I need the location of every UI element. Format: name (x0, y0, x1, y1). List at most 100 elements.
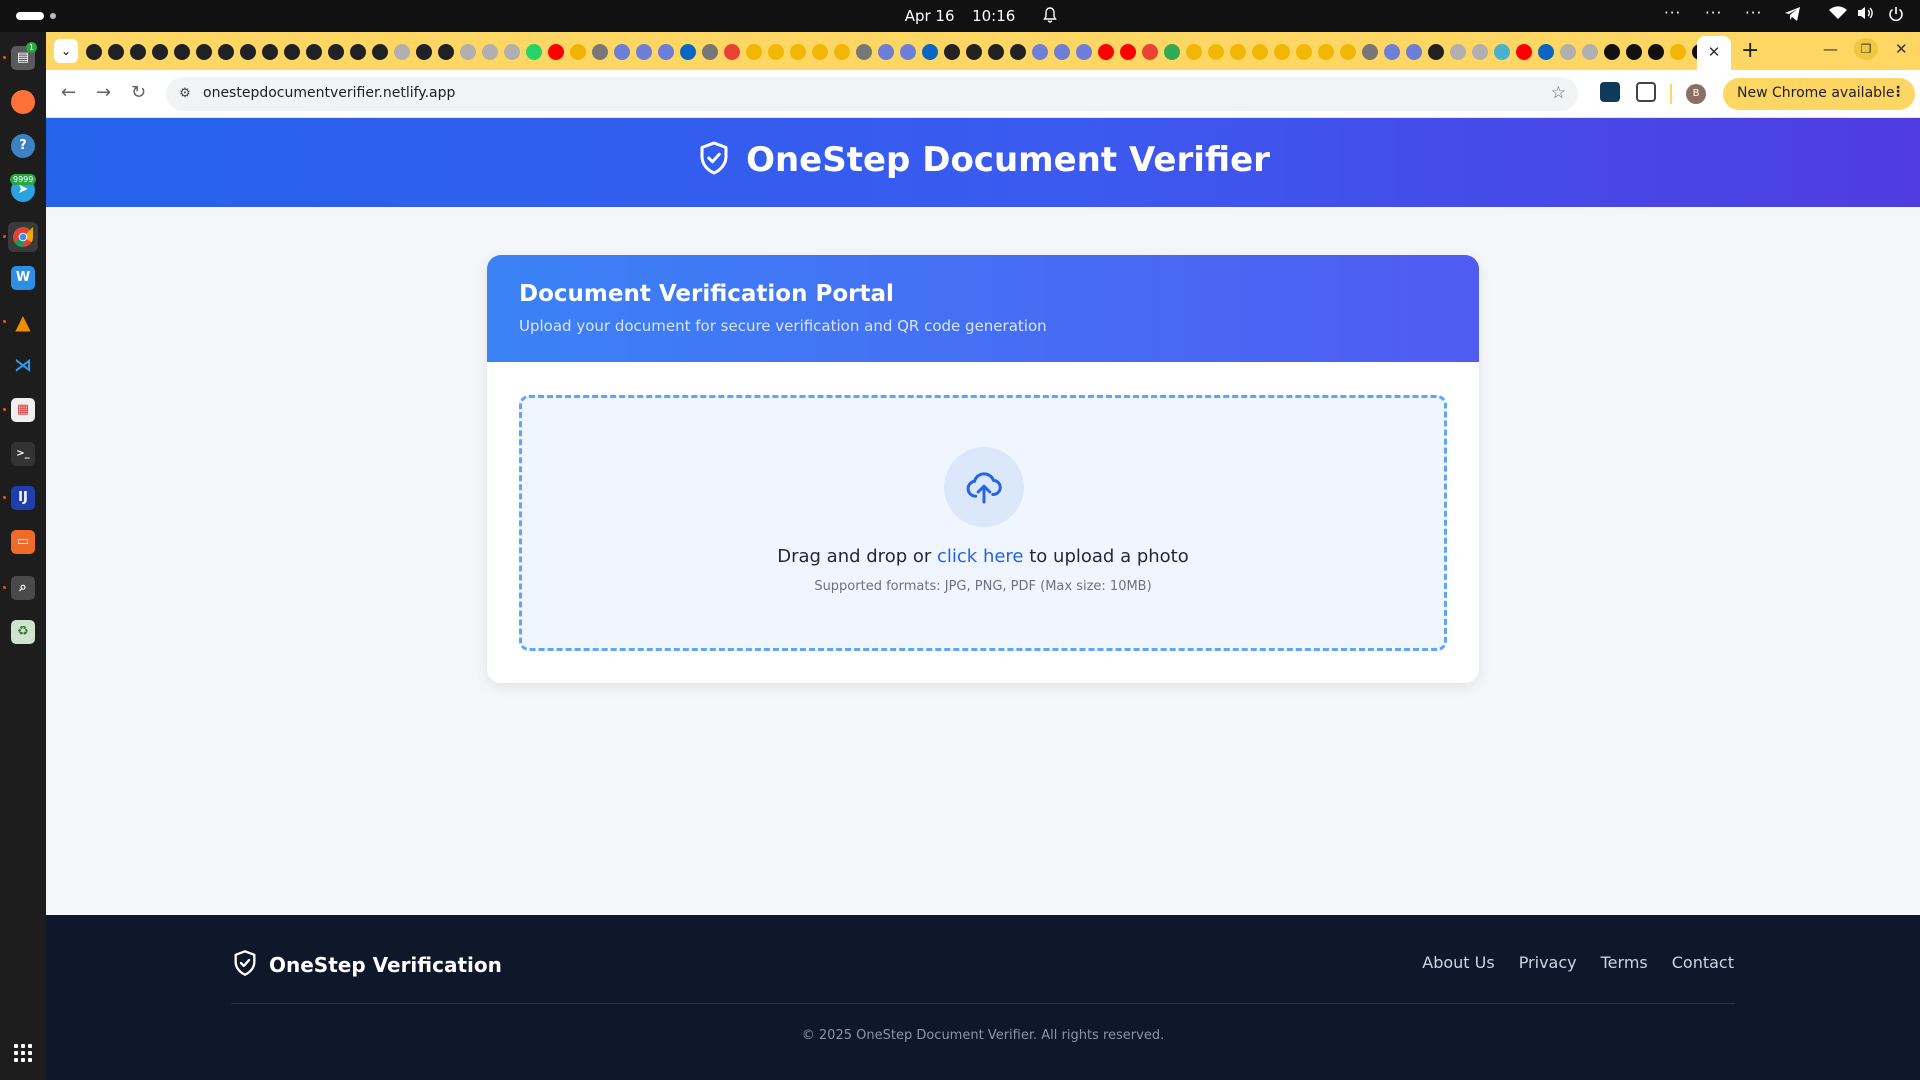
pinned-tab-favicon-icon[interactable] (394, 44, 410, 60)
pinned-tab-favicon-icon[interactable] (988, 44, 1004, 60)
notification-bell-icon[interactable] (1043, 7, 1057, 27)
show-apps-icon[interactable] (14, 1044, 32, 1062)
footer-link-contact[interactable]: Contact (1672, 953, 1734, 972)
vlc-icon[interactable]: ▲ (11, 310, 35, 334)
pinned-tab-favicon-icon[interactable] (1098, 44, 1114, 60)
pinned-tab-favicon-icon[interactable] (614, 44, 630, 60)
reload-icon[interactable]: ↻ (131, 82, 146, 103)
active-tab-close-icon[interactable]: ✕ (1697, 36, 1731, 70)
pinned-tab-favicon-icon[interactable] (1428, 44, 1444, 60)
pinned-tab-favicon-icon[interactable] (1230, 44, 1246, 60)
pinned-tab-favicon-icon[interactable] (1538, 44, 1554, 60)
screenshot-icon[interactable]: ⌕ (11, 576, 35, 600)
pinned-tab-favicon-icon[interactable] (1054, 44, 1070, 60)
pinned-tab-favicon-icon[interactable] (108, 44, 124, 60)
pinned-tab-favicon-icon[interactable] (482, 44, 498, 60)
pinned-tab-favicon-icon[interactable] (1362, 44, 1378, 60)
pinned-tab-favicon-icon[interactable] (790, 44, 806, 60)
pinned-tab-favicon-icon[interactable] (812, 44, 828, 60)
indicator-overflow-icon[interactable]: ··· (1705, 4, 1722, 22)
pinned-tab-favicon-icon[interactable] (724, 44, 740, 60)
footer-link-privacy[interactable]: Privacy (1519, 953, 1577, 972)
pinned-tab-favicon-icon[interactable] (1626, 44, 1642, 60)
pinned-tab-favicon-icon[interactable] (1186, 44, 1202, 60)
pinned-tab-favicon-icon[interactable] (306, 44, 322, 60)
pinned-tab-favicon-icon[interactable] (1252, 44, 1268, 60)
site-info-icon[interactable]: ⚙ (176, 85, 194, 103)
new-chrome-available-button[interactable]: New Chrome available ⋮ (1723, 78, 1915, 110)
pinned-tab-favicon-icon[interactable] (1164, 44, 1180, 60)
pinned-tab-favicon-icon[interactable] (680, 44, 696, 60)
pinned-tab-favicon-icon[interactable] (1406, 44, 1422, 60)
pinned-tab-favicon-icon[interactable] (416, 44, 432, 60)
pinned-tab-favicon-icon[interactable] (768, 44, 784, 60)
pinned-tab-favicon-icon[interactable] (196, 44, 212, 60)
tab-search-chevron-icon[interactable]: ⌄ (54, 39, 78, 63)
pinned-tab-favicon-icon[interactable] (1120, 44, 1136, 60)
terminal-icon[interactable]: >_ (11, 442, 35, 466)
power-icon[interactable] (1888, 6, 1904, 26)
telegram-tray-icon[interactable] (1784, 6, 1802, 26)
firefox-icon[interactable] (11, 90, 35, 114)
pinned-tab-favicon-icon[interactable] (1384, 44, 1400, 60)
pinned-tab-favicon-icon[interactable] (1472, 44, 1488, 60)
address-bar[interactable]: ⚙ onestepdocumentverifier.netlify.app ☆ (166, 77, 1578, 111)
pinned-tab-favicon-icon[interactable] (218, 44, 234, 60)
wifi-icon[interactable] (1829, 6, 1847, 24)
pinned-tab-favicon-icon[interactable] (856, 44, 872, 60)
pinned-tab-favicon-icon[interactable] (460, 44, 476, 60)
pinned-tab-favicon-icon[interactable] (526, 44, 542, 60)
pinned-tab-favicon-icon[interactable] (1670, 44, 1686, 60)
pinned-tab-favicon-icon[interactable] (548, 44, 564, 60)
pinned-tab-favicon-icon[interactable] (1560, 44, 1576, 60)
pinned-tab-favicon-icon[interactable] (570, 44, 586, 60)
pinned-tab-favicon-icon[interactable] (944, 44, 960, 60)
pinned-tab-favicon-icon[interactable] (174, 44, 190, 60)
pinned-tab-favicon-icon[interactable] (966, 44, 982, 60)
jetbrains-icon[interactable]: IJ (11, 486, 35, 510)
pinned-tab-favicon-icon[interactable] (504, 44, 520, 60)
document-viewer-icon[interactable]: ▦ (11, 398, 35, 422)
pinned-tab-favicon-icon[interactable] (636, 44, 652, 60)
pinned-tab-favicon-icon[interactable] (372, 44, 388, 60)
extensions-puzzle-icon[interactable] (1636, 82, 1656, 102)
pinned-tab-favicon-icon[interactable] (1032, 44, 1048, 60)
pinned-tab-favicon-icon[interactable] (1296, 44, 1312, 60)
footer-link-terms[interactable]: Terms (1601, 953, 1648, 972)
react-devtools-extension-icon[interactable] (1600, 82, 1620, 102)
pinned-tab-favicon-icon[interactable] (1604, 44, 1620, 60)
indicator-overflow-icon[interactable]: ··· (1664, 4, 1681, 22)
pinned-tab-favicon-icon[interactable] (1648, 44, 1664, 60)
pinned-tab-favicon-icon[interactable] (1516, 44, 1532, 60)
pinned-tab-favicon-icon[interactable] (328, 44, 344, 60)
pinned-tab-favicon-icon[interactable] (1450, 44, 1466, 60)
clock[interactable]: Apr 16 10:16 (0, 7, 1920, 25)
pinned-tab-favicon-icon[interactable] (1582, 44, 1598, 60)
pinned-tab-favicon-icon[interactable] (900, 44, 916, 60)
help-icon[interactable]: ? (11, 134, 35, 158)
trash-icon[interactable]: ♻ (11, 620, 35, 644)
pinned-tab-favicon-icon[interactable] (1494, 44, 1510, 60)
pinned-tab-favicon-icon[interactable] (262, 44, 278, 60)
pinned-tab-favicon-icon[interactable] (1076, 44, 1092, 60)
profile-avatar[interactable]: B (1686, 84, 1706, 104)
pinned-tab-favicon-icon[interactable] (834, 44, 850, 60)
pinned-tab-favicon-icon[interactable] (922, 44, 938, 60)
chrome-icon[interactable] (8, 222, 38, 252)
upload-dropzone[interactable]: Drag and drop or click here to upload a … (519, 395, 1447, 651)
pinned-tab-favicon-icon[interactable] (438, 44, 454, 60)
pinned-tab-favicon-icon[interactable] (86, 44, 102, 60)
indicator-overflow-icon[interactable]: ··· (1745, 4, 1762, 22)
pinned-tab-favicon-icon[interactable] (350, 44, 366, 60)
pinned-tab-favicon-icon[interactable] (1010, 44, 1026, 60)
window-close-icon[interactable]: ✕ (1895, 40, 1908, 58)
click-here-link[interactable]: click here (937, 546, 1024, 567)
forward-arrow-icon[interactable]: → (96, 82, 111, 103)
pinned-tab-favicon-icon[interactable] (130, 44, 146, 60)
pinned-tab-favicon-icon[interactable] (658, 44, 674, 60)
pinned-tab-favicon-icon[interactable] (702, 44, 718, 60)
footer-link-about-us[interactable]: About Us (1422, 953, 1494, 972)
volume-icon[interactable] (1857, 6, 1873, 24)
back-arrow-icon[interactable]: ← (61, 82, 76, 103)
pinned-tab-favicon-icon[interactable] (746, 44, 762, 60)
